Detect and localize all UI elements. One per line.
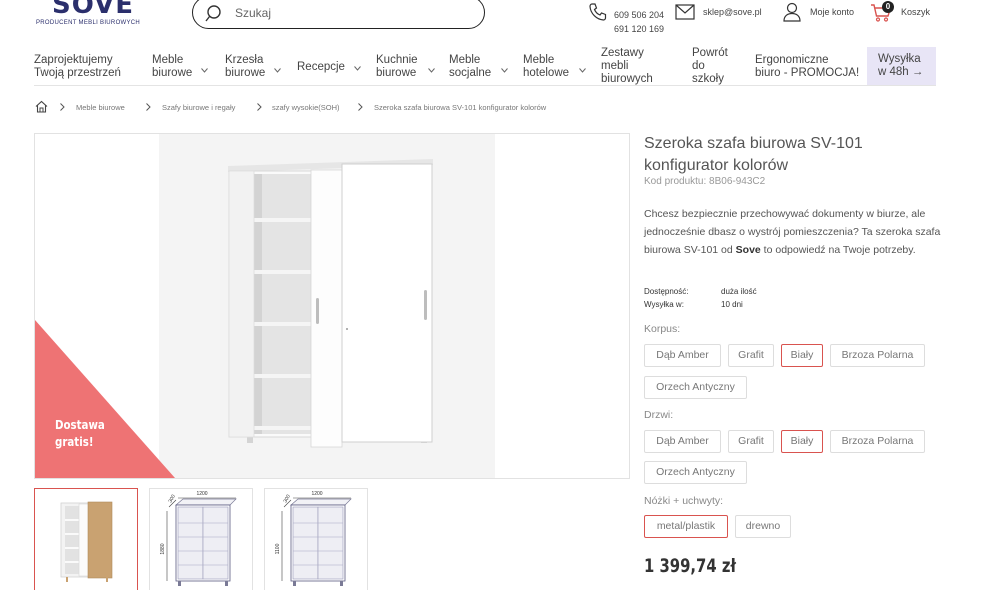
mail-icon — [675, 4, 695, 20]
drzwi-label: Drzwi: — [644, 409, 674, 421]
phone-number[interactable]: 691 120 169 — [614, 22, 664, 36]
nav-item-office-furniture[interactable]: Meble biurowe — [152, 54, 208, 80]
legs-handles-label: Nóżki + uchwyty: — [644, 495, 724, 507]
logo-wordmark: SOVE — [52, 0, 135, 20]
korpus-option-grafit[interactable]: Grafit — [728, 344, 774, 367]
availability-value: duża ilość — [721, 287, 757, 296]
breadcrumb-item[interactable]: Szafy biurowe i regały — [162, 103, 235, 112]
korpus-option-dab-amber[interactable]: Dąb Amber — [644, 344, 721, 367]
shipping-time-label: Wysyłka w: — [644, 300, 684, 309]
chevron-down-icon — [201, 68, 208, 73]
product-title: Szeroka szafa biurowa SV-101 konfigurato… — [644, 135, 863, 174]
thumbnail[interactable]: 1200 300 1100 — [264, 488, 368, 590]
thumbnail[interactable]: 1200 300 1880 — [149, 488, 253, 590]
drzwi-option-grafit[interactable]: Grafit — [728, 430, 774, 453]
nav-divider — [34, 85, 936, 86]
phone-number[interactable]: 609 506 204 — [614, 8, 664, 22]
chevron-right-icon — [60, 103, 65, 111]
cart-count-badge: 0 — [882, 1, 894, 13]
logo[interactable]: SOVE PRODUCENT MEBLI BIUROWYCH — [36, 0, 146, 32]
chevron-down-icon — [354, 66, 361, 71]
nav-item-ergonomic-promo[interactable]: Ergonomiczne biuro - PROMOCJA! — [755, 54, 859, 80]
drzwi-option-orzech-antyczny[interactable]: Orzech Antyczny — [644, 461, 747, 484]
nav-item-hotel-furniture[interactable]: Meble hotelowe — [523, 54, 586, 80]
phone-numbers[interactable]: 609 506 204 691 120 169 — [614, 0, 664, 36]
nav-item-office-chairs[interactable]: Krzesła biurowe — [225, 54, 281, 80]
nav-item-social-furniture[interactable]: Meble socjalne — [449, 54, 508, 80]
thumbnail[interactable] — [34, 488, 138, 590]
nav-item-furniture-sets[interactable]: Zestawy mebli biurowych — [601, 47, 653, 86]
nav-item-office-kitchens[interactable]: Kuchnie biurowe — [376, 54, 435, 80]
chevron-right-icon — [146, 103, 151, 111]
phone-icon — [589, 3, 607, 21]
chevron-right-icon — [358, 103, 363, 111]
nav-item-back-to-school[interactable]: Powrót do szkoły — [692, 47, 728, 86]
home-icon[interactable] — [35, 100, 48, 113]
dimension-drawing: 1200 300 1880 — [160, 491, 237, 586]
drzwi-option-dab-amber[interactable]: Dąb Amber — [644, 430, 721, 453]
search-icon[interactable] — [205, 4, 225, 24]
user-icon[interactable] — [783, 2, 801, 22]
main-nav: Zaprojektujemy Twoją przestrzeń Meble bi… — [0, 47, 1000, 86]
depth-dimension-label: 300 — [283, 494, 292, 504]
availability-label: Dostępność: — [644, 287, 689, 296]
korpus-option-bialy[interactable]: Biały — [781, 344, 823, 367]
chevron-right-icon — [257, 103, 262, 111]
nav-item-receptions[interactable]: Recepcje — [297, 61, 361, 74]
account-link[interactable]: Moje konto — [810, 7, 854, 17]
product-description: Chcesz bezpiecznie przechowywać dokument… — [644, 208, 941, 256]
thumbnail-image — [60, 501, 113, 582]
product-price: 1 399,74 zł — [644, 555, 736, 577]
free-delivery-badge — [35, 320, 175, 478]
shipping-time-value: 10 dni — [721, 300, 743, 309]
breadcrumb-item[interactable]: Meble biurowe — [76, 103, 125, 112]
cart-link[interactable]: Koszyk — [901, 7, 930, 17]
brand-name: Sove — [735, 244, 761, 256]
breadcrumb-item[interactable]: szafy wysokie(SOH) — [272, 103, 340, 112]
drzwi-option-bialy[interactable]: Biały — [781, 430, 823, 453]
dimension-drawing: 1200 300 1100 — [275, 491, 352, 586]
search-box[interactable] — [192, 0, 485, 29]
product-main-image[interactable]: Dostawa gratis! — [34, 133, 630, 479]
chevron-down-icon — [274, 68, 281, 73]
logo-tagline: PRODUCENT MEBLI BIUROWYCH — [36, 20, 141, 26]
breadcrumb-current: Szeroka szafa biurowa SV-101 konfigurato… — [374, 103, 547, 112]
height-dimension-label: 1100 — [275, 543, 281, 554]
korpus-option-orzech-antyczny[interactable]: Orzech Antyczny — [644, 376, 747, 399]
free-delivery-text: Dostawa gratis! — [55, 417, 105, 449]
korpus-option-brzoza-polarna[interactable]: Brzoza Polarna — [830, 344, 925, 367]
width-dimension-label: 1200 — [196, 491, 207, 497]
korpus-label: Korpus: — [644, 323, 681, 335]
width-dimension-label: 1200 — [311, 491, 322, 497]
nav-item-shipping-48h[interactable]: Wysyłka w 48h → — [867, 47, 936, 85]
legs-option-metal-plastik[interactable]: metal/plastik — [644, 515, 728, 538]
nav-item-design[interactable]: Zaprojektujemy Twoją przestrzeń — [34, 54, 121, 80]
search-input[interactable] — [235, 3, 465, 23]
chevron-down-icon — [501, 68, 508, 73]
height-dimension-label: 1880 — [160, 543, 166, 554]
chevron-down-icon — [579, 68, 586, 73]
email-link[interactable]: sklep@sove.pl — [703, 7, 762, 17]
product-code: Kod produktu: 8B06-943C2 — [644, 176, 766, 187]
legs-option-drewno[interactable]: drewno — [735, 515, 791, 538]
chevron-down-icon — [428, 68, 435, 73]
depth-dimension-label: 300 — [168, 494, 177, 504]
drzwi-option-brzoza-polarna[interactable]: Brzoza Polarna — [830, 430, 925, 453]
